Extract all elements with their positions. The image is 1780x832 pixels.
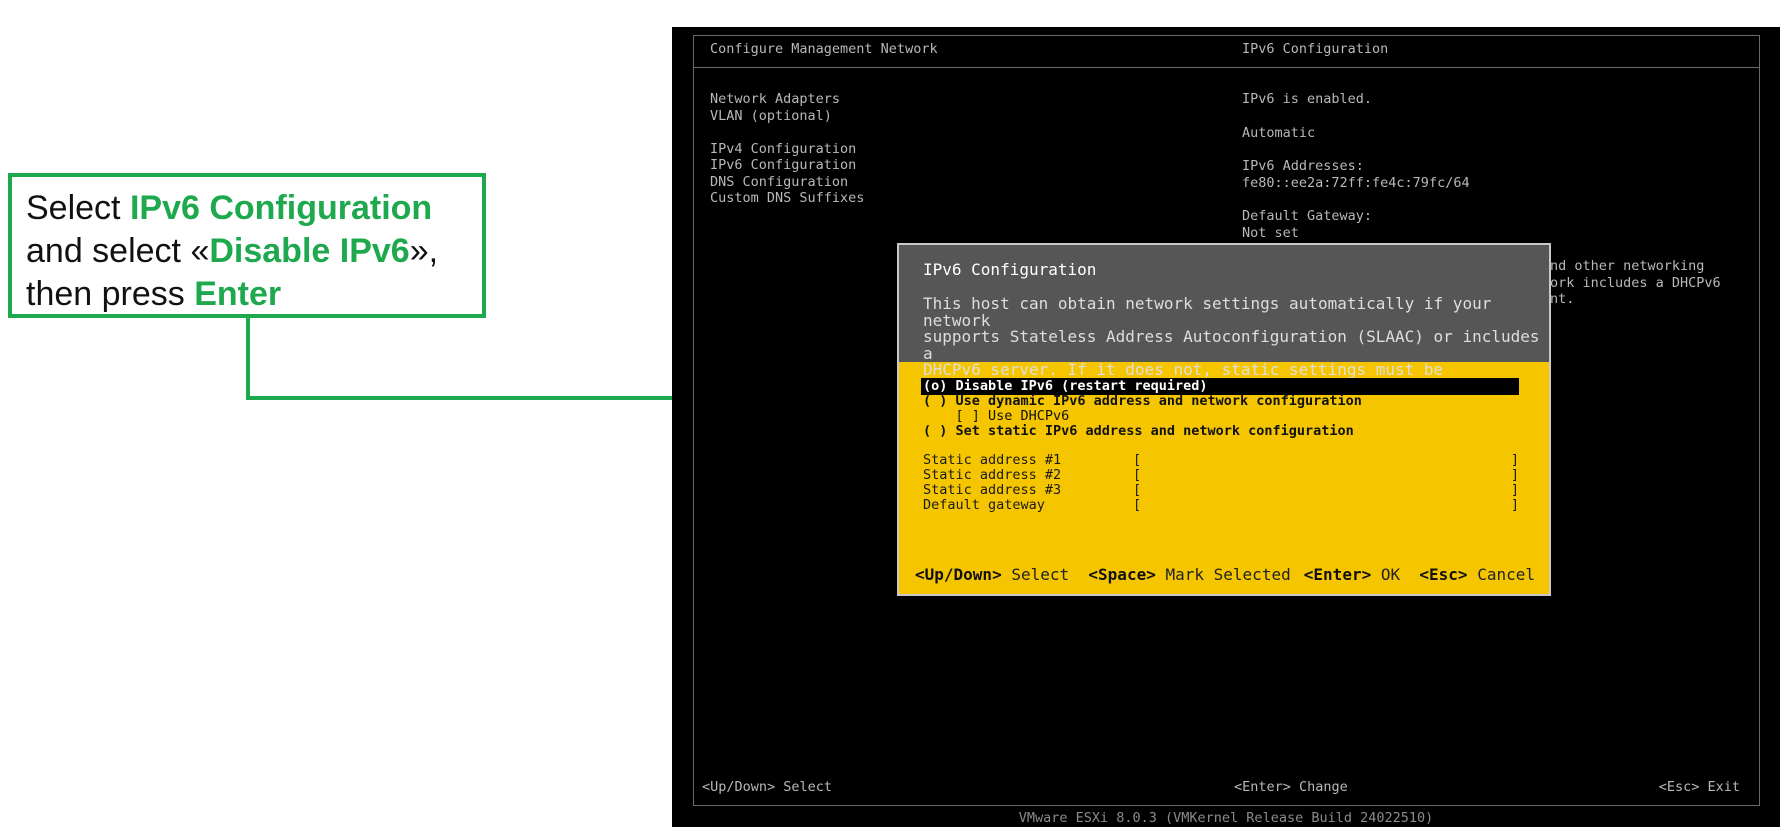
callout-line-2: and select «Disable IPv6», [26,232,439,270]
menu-item-ipv4-configuration[interactable]: IPv4 Configuration [710,141,864,158]
esxi-version-string: VMware ESXi 8.0.3 (VMKernel Release Buil… [1018,810,1434,826]
instruction-callout: Select IPv6 Configuration and select «Di… [8,173,486,318]
dialog-title: IPv6 Configuration [923,260,1097,279]
ipv6-status: IPv6 is enabled. [1242,91,1373,107]
callout-highlight-ipv6-config: IPv6 Configuration [129,189,433,227]
callout-connector-vertical [246,317,250,399]
console-title-left: Configure Management Network [710,41,938,57]
hint-esc-cancel[interactable]: <Esc> Cancel [1419,565,1535,584]
default-gateway-label: Default Gateway: [1242,208,1373,224]
dialog-footer: <Up/Down> Select <Space> Mark Selected <… [915,565,1535,584]
hint-space: <Space> Mark Selected [1088,565,1291,584]
menu-item-ipv6-configuration[interactable]: IPv6 Configuration [710,157,864,174]
console-footer-change-hint: <Enter> Change [1234,779,1348,795]
default-gateway-value: Not set [1242,224,1299,241]
ipv6-mode: Automatic [1242,124,1316,141]
console-footer-select-hint: <Up/Down> Select [702,779,833,795]
network-config-menu: Network Adapters VLAN (optional) IPv4 Co… [710,91,864,207]
hint-updown: <Up/Down> Select [915,565,1070,584]
menu-item-network-adapters[interactable]: Network Adapters [710,91,864,108]
ipv6-configuration-dialog: IPv6 Configuration This host can obtain … [897,243,1551,596]
menu-item-vlan[interactable]: VLAN (optional) [710,108,864,125]
callout-highlight-disable-ipv6: Disable IPv6 [209,232,410,270]
option-static-ipv6[interactable]: ( ) Set static IPv6 address and network … [923,423,1354,440]
callout-line-3: then press Enter [26,275,282,313]
ipv6-address-value: fe80::ee2a:72ff:fe4c:79fc/64 [1242,174,1470,191]
console-title-separator [693,67,1760,68]
dialog-footer-right: <Enter> OK <Esc> Cancel [1304,565,1535,584]
dialog-header: IPv6 Configuration This host can obtain … [899,245,1549,394]
field-default-gateway[interactable]: Default gateway [ ] [923,497,1519,514]
console-footer-exit-hint: <Esc> Exit [1658,779,1740,795]
console-title-right: IPv6 Configuration [1242,41,1389,57]
menu-item-dns-configuration[interactable]: DNS Configuration [710,174,864,191]
callout-highlight-enter: Enter [194,275,282,313]
hint-enter-ok[interactable]: <Enter> OK [1304,565,1400,584]
obscured-help-text: nd other networking ork includes a DHCPv… [1550,258,1721,307]
menu-item-custom-dns-suffixes[interactable]: Custom DNS Suffixes [710,190,864,207]
ipv6-info-panel: IPv6 is enabled. Automatic IPv6 Addresse… [1242,91,1470,241]
callout-line-1: Select IPv6 Configuration [26,189,433,227]
ipv6-addresses-label: IPv6 Addresses: [1242,158,1364,174]
